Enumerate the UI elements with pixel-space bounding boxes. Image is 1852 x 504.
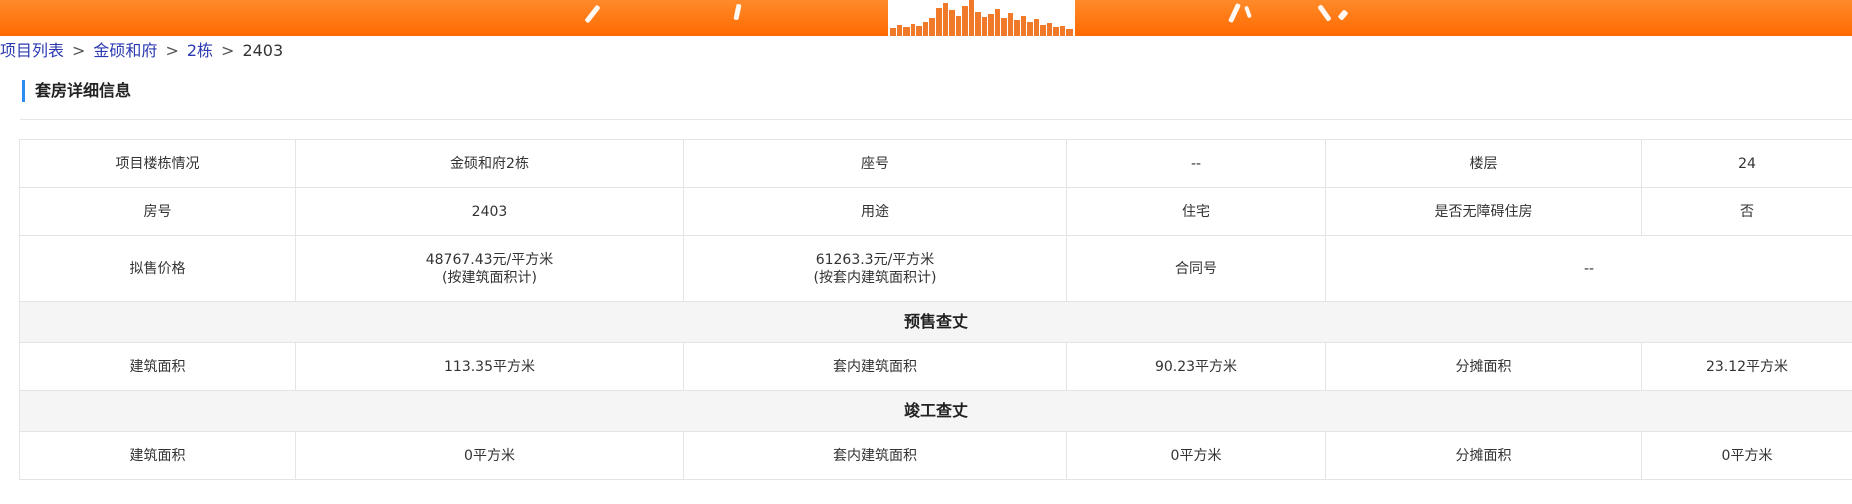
presale-shared-label: 分摊面积 — [1325, 342, 1642, 391]
price-building-cell: 48767.43元/平方米 (按建筑面积计) — [295, 235, 684, 302]
breadcrumb: 项目列表 > 金硕和府 >2栋 >2403 — [0, 41, 283, 61]
table-row: 建筑面积 113.35平方米 套内建筑面积 90.23平方米 分摊面积 23.1… — [19, 342, 1852, 391]
section-divider — [20, 119, 1852, 120]
completion-shared-value: 0平方米 — [1641, 431, 1852, 480]
seat-label: 座号 — [683, 139, 1067, 188]
unit-detail-table: 项目楼栋情况 金硕和府2栋 座号 -- 楼层 24 房号 2403 用途 住宅 … — [19, 139, 1852, 480]
city-skyline-image — [888, 0, 1075, 36]
completion-inner-label: 套内建筑面积 — [683, 431, 1067, 480]
completion-area-value: 0平方米 — [295, 431, 684, 480]
building-label: 项目楼栋情况 — [19, 139, 296, 188]
section-title: 套房详细信息 — [22, 80, 131, 102]
room-label: 房号 — [19, 187, 296, 236]
banner-brush-stroke — [1337, 9, 1349, 21]
banner-brush-stroke — [1317, 4, 1332, 22]
banner-brush-stroke — [1228, 2, 1241, 24]
accessible-label: 是否无障碍住房 — [1325, 187, 1642, 236]
breadcrumb-separator: > — [165, 41, 179, 60]
contract-value: -- — [1325, 235, 1852, 302]
banner-brush-stroke — [584, 4, 601, 24]
presale-title: 预售查丈 — [19, 301, 1852, 343]
banner-brush-stroke — [733, 3, 742, 21]
city-skyline-icon — [890, 0, 1073, 36]
breadcrumb-link-project-list[interactable]: 项目列表 — [0, 41, 64, 60]
presale-shared-value: 23.12平方米 — [1641, 342, 1852, 391]
breadcrumb-separator: > — [221, 41, 235, 60]
table-group-row: 预售查丈 — [19, 301, 1852, 343]
table-row: 项目楼栋情况 金硕和府2栋 座号 -- 楼层 24 — [19, 139, 1852, 188]
price-label: 拟售价格 — [19, 235, 296, 302]
contract-label: 合同号 — [1066, 235, 1326, 302]
header-banner — [0, 0, 1852, 36]
floor-value: 24 — [1641, 139, 1852, 188]
room-value: 2403 — [295, 187, 684, 236]
building-value: 金硕和府2栋 — [295, 139, 684, 188]
floor-label: 楼层 — [1325, 139, 1642, 188]
presale-area-value: 113.35平方米 — [295, 342, 684, 391]
breadcrumb-link-project[interactable]: 金硕和府 — [93, 41, 157, 60]
price-building-note: (按建筑面积计) — [442, 269, 537, 286]
breadcrumb-separator: > — [72, 41, 86, 60]
price-inner-note: (按套内建筑面积计) — [813, 269, 937, 286]
breadcrumb-current-room: 2403 — [242, 41, 284, 60]
price-inner-value: 61263.3元/平方米 — [815, 251, 935, 268]
seat-value: -- — [1066, 139, 1326, 188]
price-inner-cell: 61263.3元/平方米 (按套内建筑面积计) — [683, 235, 1067, 302]
table-group-row: 竣工查丈 — [19, 390, 1852, 432]
table-row: 建筑面积 0平方米 套内建筑面积 0平方米 分摊面积 0平方米 — [19, 431, 1852, 480]
usage-label: 用途 — [683, 187, 1067, 236]
presale-area-label: 建筑面积 — [19, 342, 296, 391]
accessible-value: 否 — [1641, 187, 1852, 236]
price-building-value: 48767.43元/平方米 — [425, 251, 554, 268]
completion-inner-value: 0平方米 — [1066, 431, 1326, 480]
presale-inner-label: 套内建筑面积 — [683, 342, 1067, 391]
completion-title: 竣工查丈 — [19, 390, 1852, 432]
completion-shared-label: 分摊面积 — [1325, 431, 1642, 480]
usage-value: 住宅 — [1066, 187, 1326, 236]
table-row: 房号 2403 用途 住宅 是否无障碍住房 否 — [19, 187, 1852, 236]
banner-brush-stroke — [1244, 5, 1252, 19]
presale-inner-value: 90.23平方米 — [1066, 342, 1326, 391]
completion-area-label: 建筑面积 — [19, 431, 296, 480]
breadcrumb-link-building[interactable]: 2栋 — [187, 41, 213, 60]
table-row: 拟售价格 48767.43元/平方米 (按建筑面积计) 61263.3元/平方米… — [19, 235, 1852, 302]
